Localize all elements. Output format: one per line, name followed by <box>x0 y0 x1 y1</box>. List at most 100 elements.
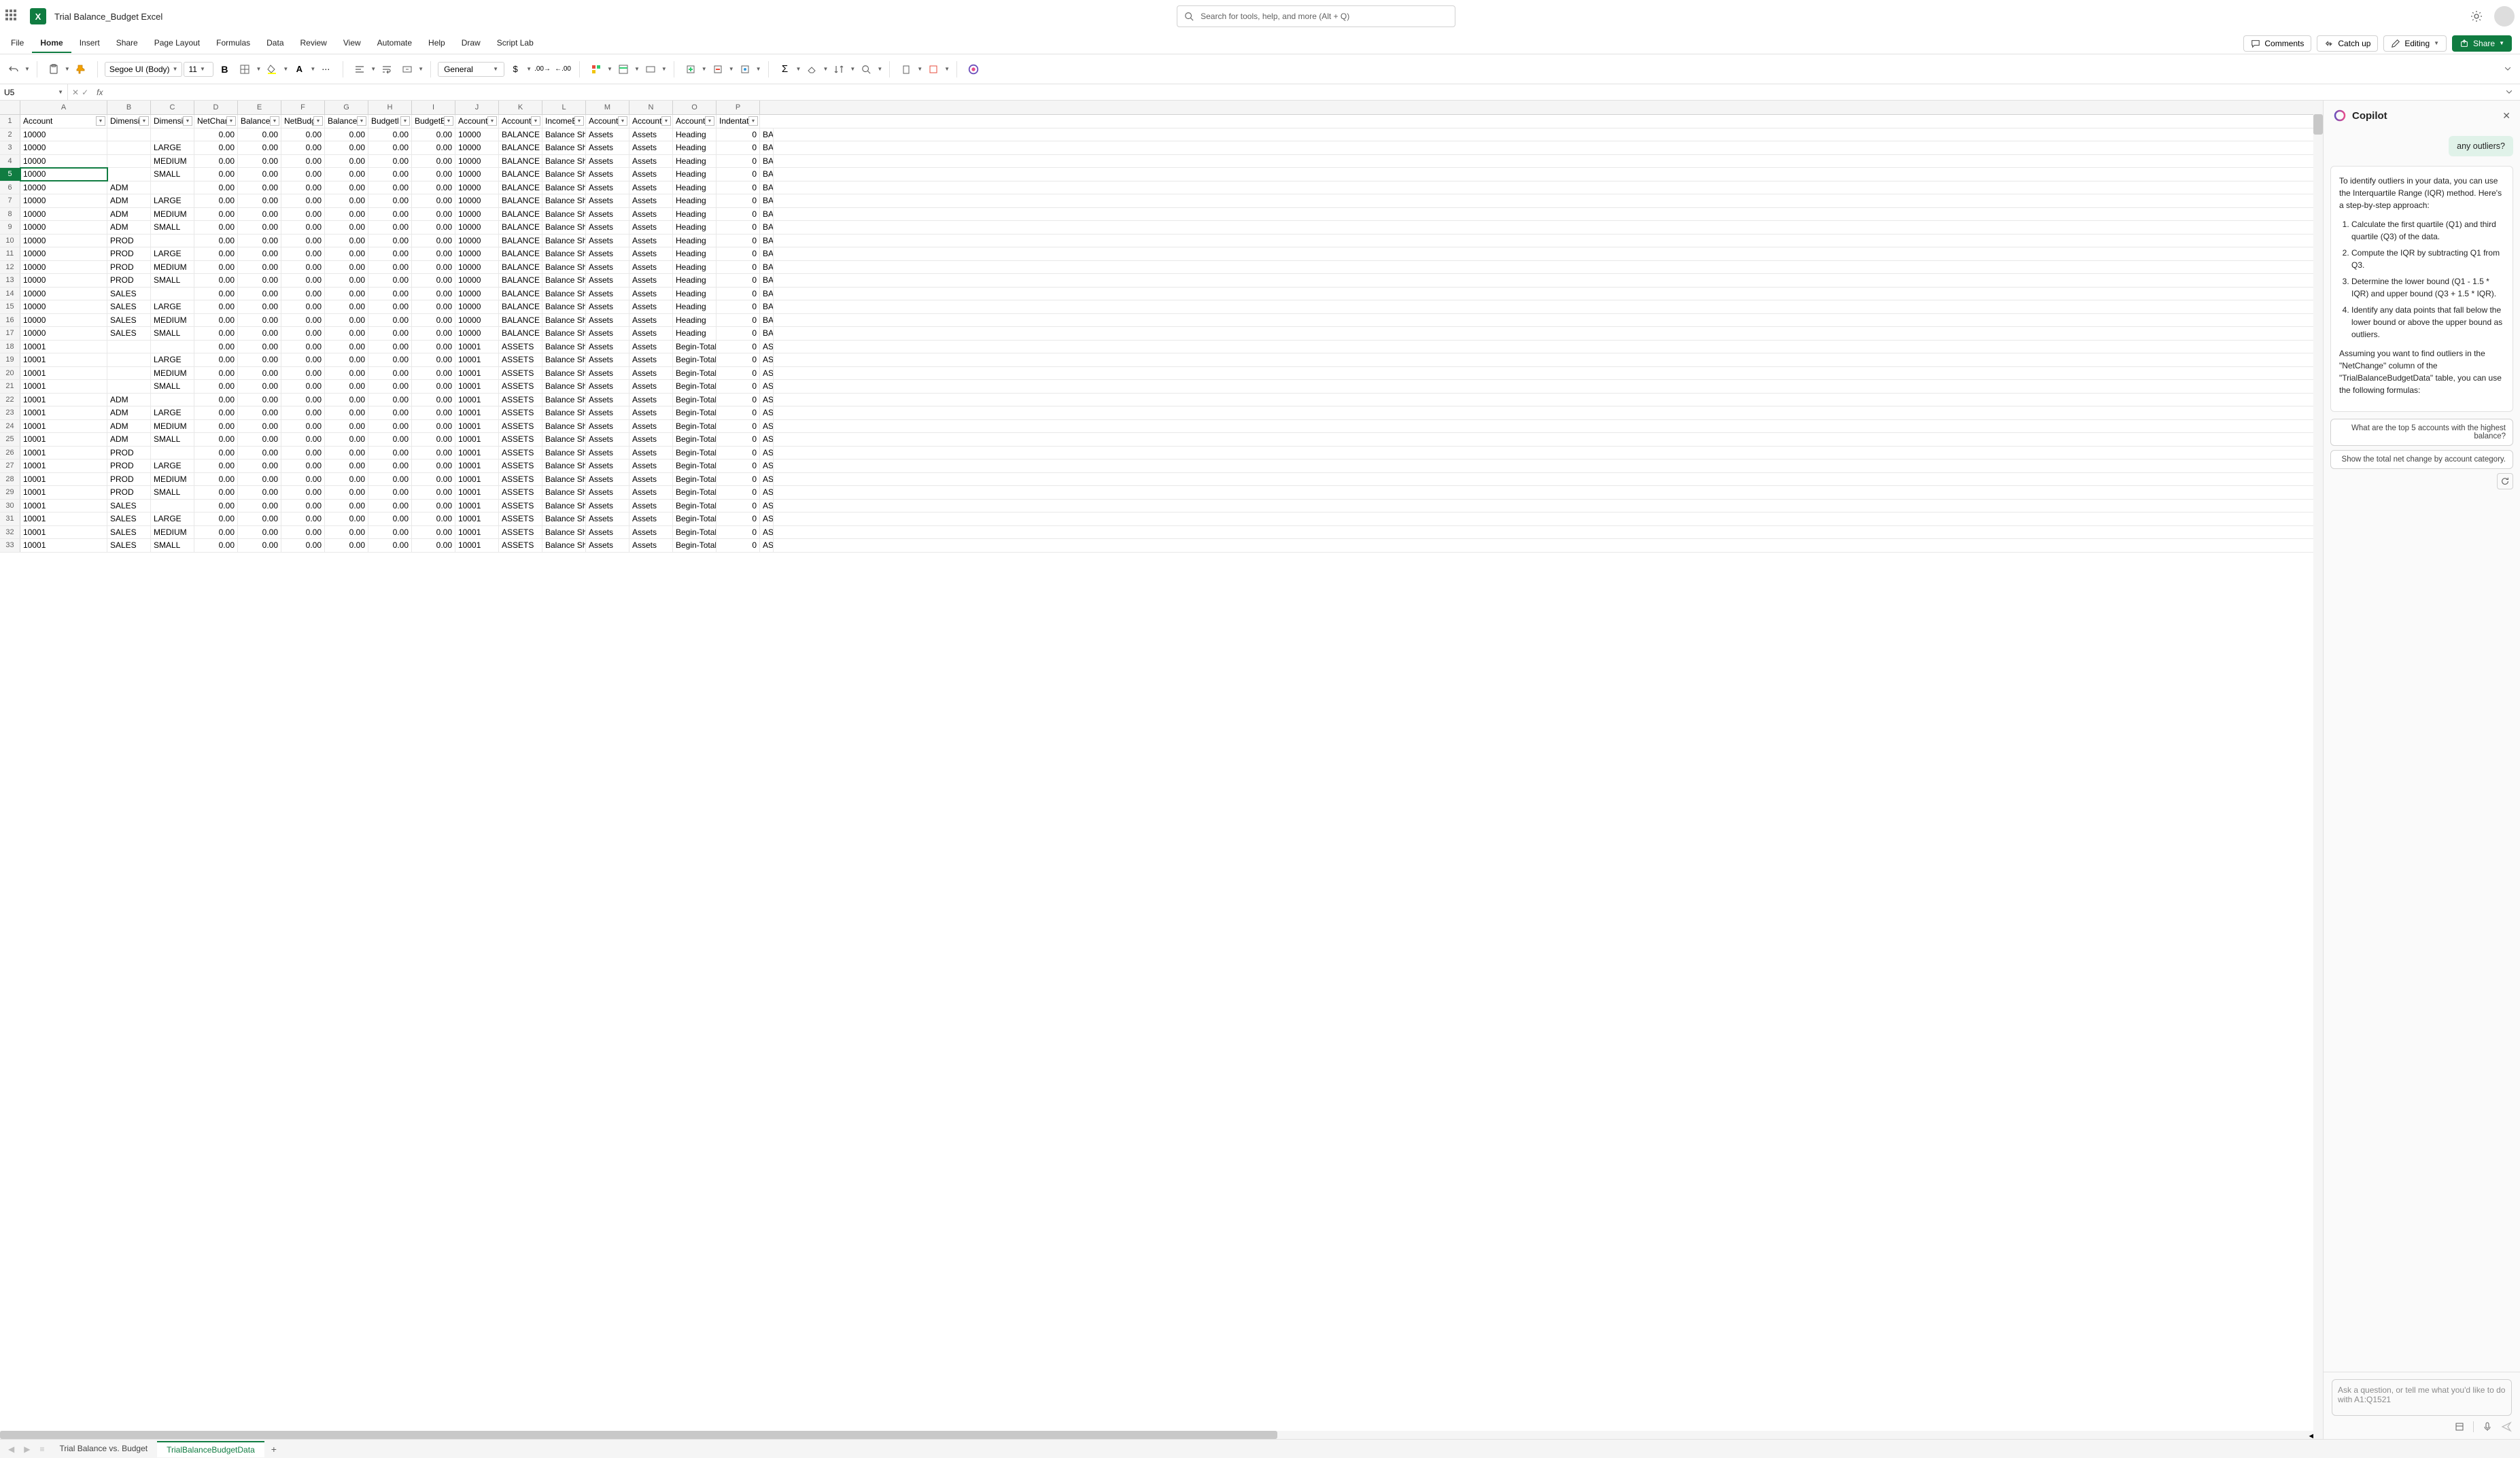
cell[interactable]: Assets <box>629 194 673 207</box>
cell[interactable]: AS <box>760 459 774 472</box>
filter-icon[interactable]: ▼ <box>400 116 410 126</box>
row-header[interactable]: 24 <box>0 420 20 433</box>
cell[interactable]: Balance She <box>542 300 586 313</box>
cell[interactable]: 0 <box>717 155 760 168</box>
table-column-header[interactable]: Account▼ <box>586 115 629 128</box>
cell[interactable]: 0.00 <box>281 314 325 327</box>
cell[interactable]: 0.00 <box>412 168 455 181</box>
cell[interactable]: PROD <box>107 261 151 274</box>
cell[interactable]: MEDIUM <box>151 420 194 433</box>
cell[interactable]: Begin-Total <box>673 406 717 419</box>
chevron-down-icon[interactable]: ▼ <box>634 66 640 72</box>
cell[interactable]: Assets <box>629 208 673 221</box>
cell[interactable]: ASSETS <box>499 367 542 380</box>
row-header[interactable]: 32 <box>0 526 20 539</box>
column-header[interactable]: J <box>455 101 499 114</box>
cell[interactable]: 10001 <box>455 406 499 419</box>
cell[interactable]: 0.00 <box>325 141 368 154</box>
cell[interactable]: Assets <box>629 235 673 247</box>
cell[interactable]: Assets <box>629 221 673 234</box>
cell[interactable]: Balance She <box>542 406 586 419</box>
cell[interactable]: Assets <box>586 208 629 221</box>
row-header[interactable]: 11 <box>0 247 20 260</box>
cell[interactable]: Assets <box>586 194 629 207</box>
merge-button[interactable] <box>398 60 417 79</box>
cell[interactable]: 0.00 <box>368 394 412 406</box>
cell[interactable]: Balance She <box>542 327 586 340</box>
cell[interactable]: 0.00 <box>194 513 238 525</box>
cell[interactable]: BALANCE S <box>499 300 542 313</box>
cell[interactable]: Heading <box>673 181 717 194</box>
cell[interactable]: 10000 <box>455 261 499 274</box>
row-header[interactable]: 23 <box>0 406 20 419</box>
row-header[interactable]: 10 <box>0 235 20 247</box>
currency-button[interactable]: $ <box>506 60 525 79</box>
cell[interactable]: 0.00 <box>194 459 238 472</box>
cell[interactable]: 0.00 <box>238 168 281 181</box>
cell[interactable]: 0.00 <box>238 300 281 313</box>
cell[interactable]: 0.00 <box>325 367 368 380</box>
cell[interactable]: 0.00 <box>412 141 455 154</box>
cell[interactable]: AS <box>760 406 774 419</box>
cell[interactable]: 0.00 <box>325 181 368 194</box>
cell[interactable]: AS <box>760 447 774 459</box>
cell[interactable]: 10000 <box>455 155 499 168</box>
chevron-down-icon[interactable]: ▼ <box>823 66 828 72</box>
cell[interactable]: 10000 <box>20 235 107 247</box>
bold-button[interactable]: B <box>215 60 234 79</box>
cell[interactable]: 0.00 <box>281 513 325 525</box>
column-header[interactable]: D <box>194 101 238 114</box>
filter-icon[interactable]: ▼ <box>313 116 323 126</box>
cell[interactable]: 10001 <box>20 539 107 552</box>
cell[interactable]: Assets <box>586 394 629 406</box>
cell[interactable]: 10001 <box>455 486 499 499</box>
cell[interactable]: 10000 <box>455 181 499 194</box>
document-title[interactable]: Trial Balance_Budget Excel <box>54 12 162 22</box>
cell[interactable]: 0.00 <box>194 300 238 313</box>
cell[interactable]: 0.00 <box>194 367 238 380</box>
cell[interactable] <box>151 394 194 406</box>
cell[interactable]: 10001 <box>455 539 499 552</box>
chevron-down-icon[interactable]: ▼ <box>877 66 882 72</box>
vertical-scrollbar[interactable] <box>2313 114 2323 1439</box>
cell[interactable]: 0.00 <box>325 155 368 168</box>
menu-help[interactable]: Help <box>420 34 453 53</box>
undo-button[interactable] <box>4 60 23 79</box>
row-header[interactable]: 4 <box>0 155 20 168</box>
cell[interactable]: Assets <box>629 394 673 406</box>
menu-automate[interactable]: Automate <box>369 34 420 53</box>
user-avatar[interactable] <box>2494 6 2515 27</box>
cell[interactable]: 10001 <box>20 513 107 525</box>
table-column-header[interactable]: Account▼ <box>455 115 499 128</box>
cell[interactable]: 10001 <box>20 447 107 459</box>
cell[interactable]: 10000 <box>20 181 107 194</box>
cell[interactable]: 0.00 <box>412 353 455 366</box>
cell[interactable]: 0.00 <box>412 128 455 141</box>
cell[interactable]: 10001 <box>20 433 107 446</box>
cell[interactable]: 0 <box>717 513 760 525</box>
cell[interactable]: 0.00 <box>281 486 325 499</box>
cell[interactable]: Assets <box>629 128 673 141</box>
chevron-down-icon[interactable]: ▼ <box>917 66 922 72</box>
cell[interactable]: Assets <box>629 473 673 486</box>
row-header[interactable]: 20 <box>0 367 20 380</box>
editing-button[interactable]: Editing ▼ <box>2383 35 2447 52</box>
cell[interactable]: Balance She <box>542 394 586 406</box>
cell[interactable]: BA <box>760 141 774 154</box>
cell[interactable]: 10000 <box>20 168 107 181</box>
row-header[interactable]: 13 <box>0 274 20 287</box>
filter-icon[interactable]: ▼ <box>226 116 236 126</box>
row-header[interactable]: 14 <box>0 288 20 300</box>
cell[interactable]: 10000 <box>455 247 499 260</box>
column-header[interactable]: I <box>412 101 455 114</box>
cell[interactable]: 0.00 <box>368 447 412 459</box>
cell[interactable]: 0.00 <box>238 420 281 433</box>
cell[interactable]: 0.00 <box>325 539 368 552</box>
cell[interactable]: Begin-Total <box>673 526 717 539</box>
cell[interactable]: 0.00 <box>325 420 368 433</box>
filter-icon[interactable]: ▼ <box>183 116 192 126</box>
cell[interactable]: Begin-Total <box>673 433 717 446</box>
cell[interactable]: 10001 <box>20 394 107 406</box>
cell[interactable]: ADM <box>107 208 151 221</box>
cell[interactable]: 0.00 <box>368 406 412 419</box>
